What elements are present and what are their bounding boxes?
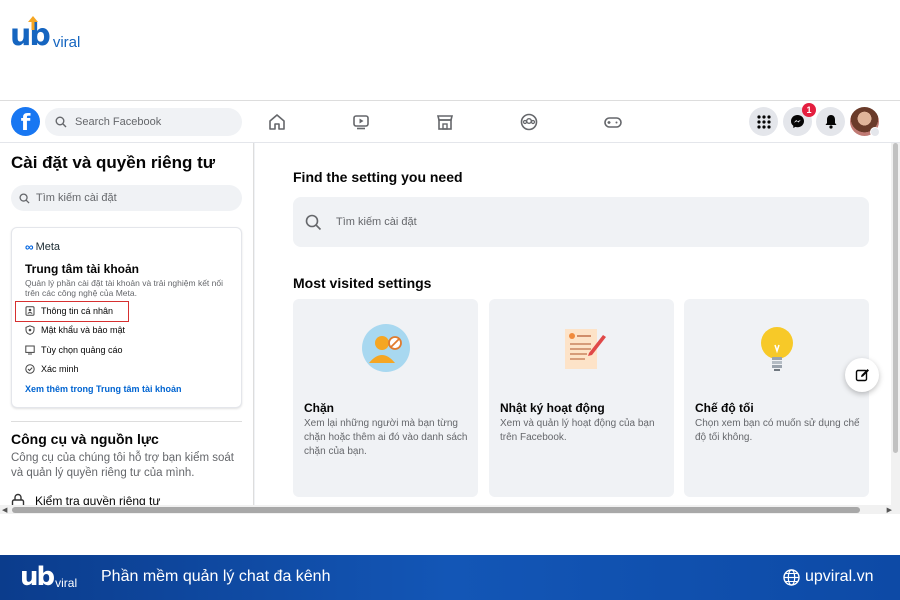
meta-infinity-icon: ∞ <box>25 240 34 254</box>
logo-word: viral <box>52 34 81 51</box>
groups-icon[interactable] <box>518 111 540 133</box>
settings-sidebar: Cài đặt và quyền riêng tư Tìm kiếm cài đ… <box>0 143 254 514</box>
watch-icon[interactable] <box>350 111 372 133</box>
card-description: Xem và quản lý hoạt động của bạn trên Fa… <box>500 418 655 443</box>
banner-site-text: upviral.vn <box>805 568 874 585</box>
main-search-placeholder: Tìm kiếm cài đặt <box>336 216 417 228</box>
accounts-item-verification[interactable]: Xác minh <box>25 364 79 374</box>
marketplace-icon[interactable] <box>434 111 456 133</box>
shield-icon <box>25 325 35 335</box>
gaming-icon[interactable] <box>602 111 624 133</box>
scroll-thumb[interactable] <box>893 143 898 453</box>
arrow-up-icon <box>28 16 38 30</box>
facebook-window: f Search Facebook 1 Cài đặt và quyền riê… <box>0 100 900 514</box>
screenshot-root: { "brand": { "logo_mark": "ub", "logo_wo… <box>0 0 900 600</box>
upviral-banner: ub viral Phần mềm quản lý chat đa kênh u… <box>0 555 900 600</box>
accounts-item-label: Mật khẩu và bảo mật <box>41 325 126 335</box>
activity-log-icon <box>565 329 606 369</box>
facebook-topbar: f Search Facebook 1 <box>0 101 900 143</box>
accounts-item-label: Thông tin cá nhân <box>41 306 114 316</box>
accounts-center-title: Trung tâm tài khoản <box>25 262 140 276</box>
banner-slogan: Phần mềm quản lý chat đa kênh <box>101 568 331 585</box>
vertical-scrollbar[interactable] <box>891 143 900 507</box>
accounts-item-label: Xác minh <box>41 364 79 374</box>
scroll-thumb[interactable] <box>12 507 860 513</box>
sidebar-divider <box>11 421 242 422</box>
lightbulb-icon <box>761 327 793 371</box>
chevron-down-icon[interactable] <box>870 127 880 137</box>
banner-logo-word: viral <box>55 576 78 590</box>
accounts-item-label: Tùy chọn quảng cáo <box>41 345 123 355</box>
main-search-input[interactable]: Tìm kiếm cài đặt <box>293 197 869 247</box>
notification-badge: 1 <box>802 103 816 117</box>
horizontal-scrollbar[interactable]: ◀ ▶ <box>0 505 900 514</box>
id-card-icon <box>25 306 35 316</box>
tools-title: Công cụ và nguồn lực <box>11 431 159 447</box>
most-visited-title: Most visited settings <box>293 275 432 291</box>
tools-description: Công cụ của chúng tôi hỗ trợ bạn kiểm so… <box>11 452 234 479</box>
bell-icon[interactable] <box>816 107 845 136</box>
messenger-icon[interactable]: 1 <box>783 103 816 136</box>
setting-card-block[interactable]: Chặn Xem lại những người mà bạn từng chặ… <box>293 299 478 497</box>
accounts-center-card: ∞ Meta Trung tâm tài khoản Quản lý phần … <box>11 227 242 408</box>
sidebar-search-input[interactable]: Tìm kiếm cài đặt <box>11 185 242 211</box>
card-title: Chặn <box>304 401 334 415</box>
menu-grid-icon[interactable] <box>749 107 778 136</box>
setting-card-dark-mode[interactable]: Chế độ tối Chọn xem bạn có muốn sử dụng … <box>684 299 869 497</box>
upviral-logo: ub viral <box>10 16 80 56</box>
search-icon <box>55 116 67 128</box>
card-title: Nhật ký hoạt động <box>500 401 605 415</box>
arrow-right-icon[interactable]: ▶ <box>887 506 892 514</box>
banner-logo-mark: ub <box>20 562 55 592</box>
search-icon <box>305 214 322 230</box>
settings-main: Find the setting you need Tìm kiếm cài đ… <box>255 143 891 507</box>
setting-card-activity-log[interactable]: Nhật ký hoạt động Xem và quản lý hoạt độ… <box>489 299 674 497</box>
meta-logo: ∞ Meta <box>25 240 60 254</box>
monitor-icon <box>25 345 35 355</box>
accounts-center-description: Quản lý phần cài đặt tài khoản và trải n… <box>25 278 223 298</box>
sidebar-search-placeholder: Tìm kiếm cài đặt <box>36 192 117 204</box>
accounts-center-link[interactable]: Xem thêm trong Trung tâm tài khoản <box>25 384 182 394</box>
arrow-left-icon[interactable]: ◀ <box>2 506 7 514</box>
facebook-search-input[interactable]: Search Facebook <box>45 108 242 136</box>
banner-logo: ub viral <box>20 560 77 594</box>
search-placeholder: Search Facebook <box>75 116 162 128</box>
card-description: Xem lại những người mà bạn từng chặn hoặ… <box>304 418 468 457</box>
accounts-item-personal-info[interactable]: Thông tin cá nhân <box>25 306 113 316</box>
check-circle-icon <box>25 364 35 374</box>
globe-icon <box>783 568 800 586</box>
compose-button[interactable] <box>845 358 879 392</box>
facebook-logo-icon[interactable]: f <box>11 107 40 136</box>
search-icon <box>19 192 30 204</box>
card-description: Chọn xem bạn có muốn sử dụng chế độ tối … <box>695 418 860 443</box>
find-setting-title: Find the setting you need <box>293 169 463 185</box>
accounts-item-ad-preferences[interactable]: Tùy chọn quảng cáo <box>25 345 123 355</box>
banner-site[interactable]: upviral.vn <box>783 568 873 586</box>
sidebar-title: Cài đặt và quyền riêng tư <box>11 153 216 172</box>
accounts-item-password-security[interactable]: Mật khẩu và bảo mật <box>25 325 125 335</box>
meta-brand-text: Meta <box>35 241 61 253</box>
home-icon[interactable] <box>266 111 288 133</box>
card-title: Chế độ tối <box>695 401 754 415</box>
edit-icon <box>855 368 869 381</box>
block-user-icon <box>362 324 410 372</box>
